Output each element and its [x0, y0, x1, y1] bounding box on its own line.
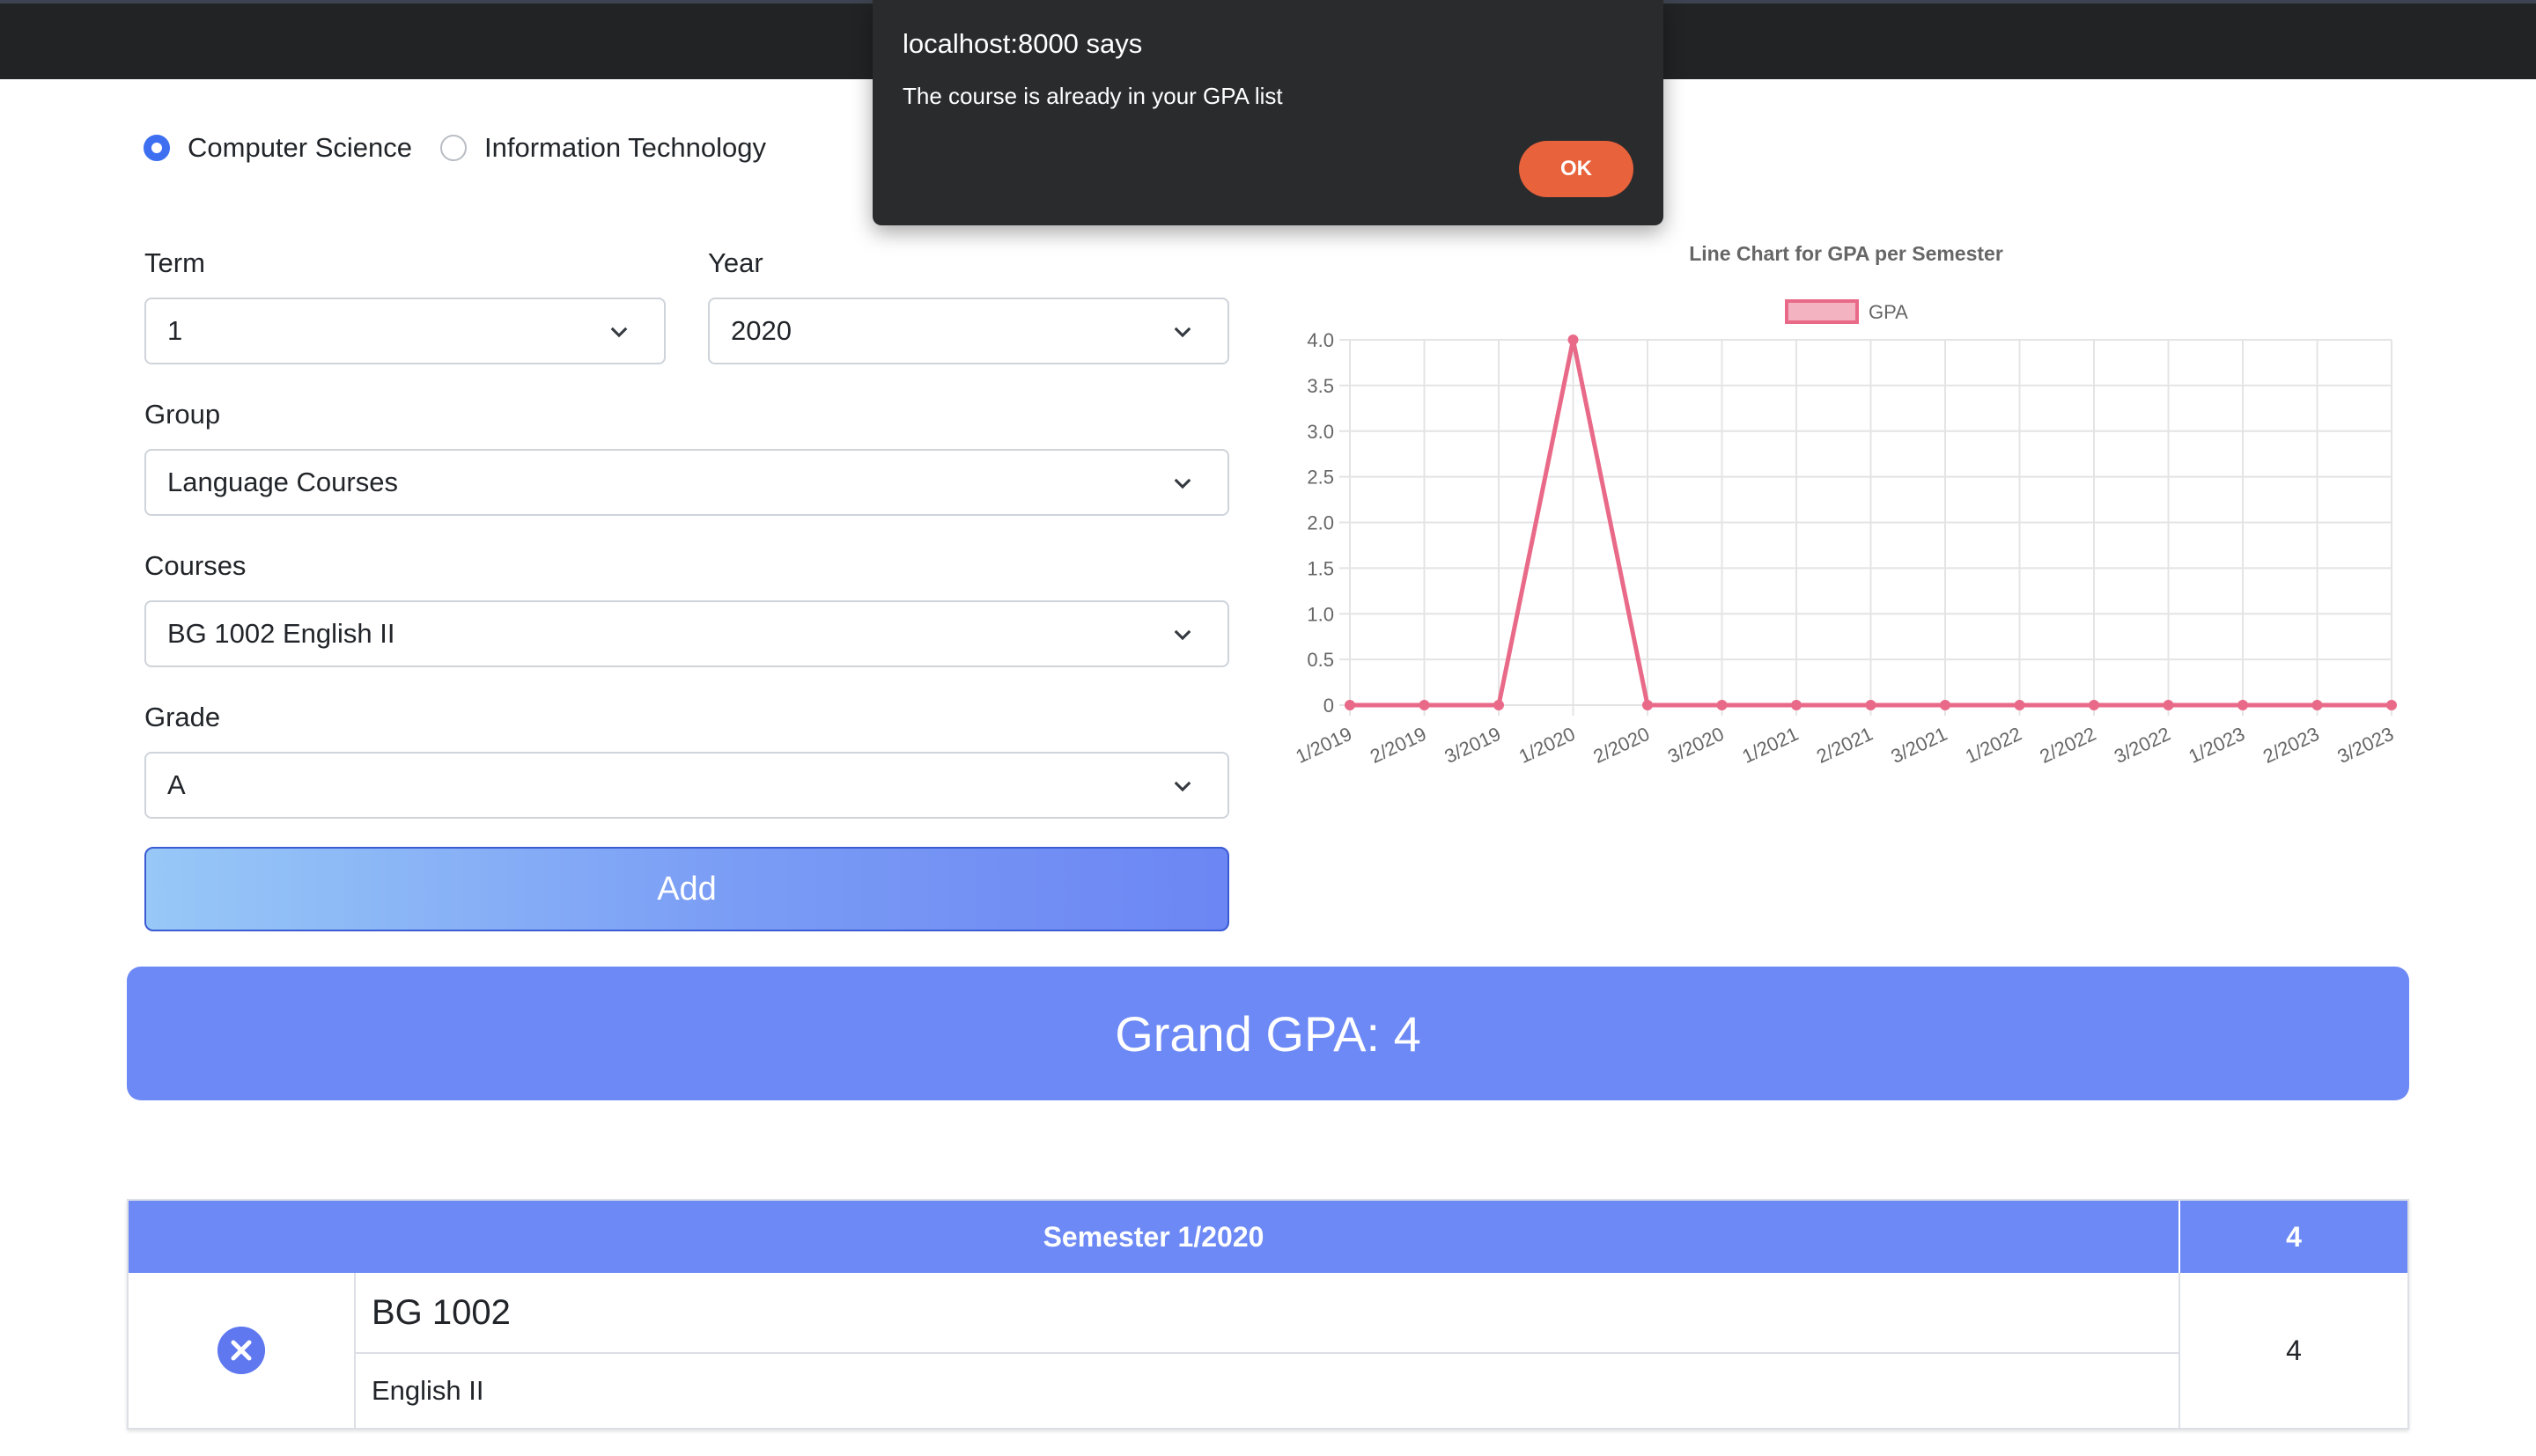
chevron-down-icon [1174, 781, 1191, 792]
gpa-line-chart: Line Chart for GPA per Semester GPA 0 0.5 1.… [1268, 231, 2413, 794]
gpa-data-point [1716, 700, 1728, 710]
y-tick-label: 4.0 [1307, 329, 1334, 351]
gpa-data-point [2163, 700, 2174, 710]
x-tick-label: 2/2023 [2260, 723, 2323, 768]
program-option-label: Information Technology [484, 132, 766, 163]
gpa-data-point [1642, 700, 1653, 710]
gpa-data-point [2386, 700, 2397, 710]
grand-gpa-banner: Grand GPA: 4 [127, 967, 2409, 1100]
x-tick-label: 1/2021 [1739, 723, 1802, 768]
gpa-data-point [2311, 700, 2323, 710]
legend-swatch [1785, 299, 1859, 324]
y-tick-label: 1.5 [1307, 557, 1334, 579]
term-select-value: 1 [167, 315, 183, 346]
group-select[interactable]: Language Courses [144, 449, 1229, 516]
legend-label: GPA [1869, 301, 1908, 323]
x-tick-label: 2/2019 [1367, 723, 1430, 768]
x-tick-label: 1/2020 [1515, 723, 1579, 768]
dialog-title: localhost:8000 says [903, 28, 1143, 59]
term-label: Term [144, 247, 205, 278]
y-tick-label: 0 [1323, 695, 1334, 717]
x-tick-label: 3/2023 [2334, 723, 2398, 768]
gpa-data-point [1567, 335, 1579, 345]
x-tick-label: 3/2022 [2111, 723, 2174, 768]
courses-select-value: BG 1002 English II [167, 618, 395, 649]
y-tick-label: 2.0 [1307, 512, 1334, 534]
y-tick-label: 2.5 [1307, 467, 1334, 489]
year-label: Year [708, 247, 763, 278]
course-code-cell: BG 1002 [356, 1273, 2180, 1354]
x-tick-label: 2/2021 [1813, 723, 1876, 768]
dialog-message: The course is already in your GPA list [903, 83, 1283, 109]
y-tick-label: 3.0 [1307, 421, 1334, 443]
gpa-data-point [1940, 700, 1950, 710]
x-tick-label: 3/2019 [1441, 723, 1505, 768]
courses-select[interactable]: BG 1002 English II [144, 600, 1229, 667]
radio-checked-icon[interactable] [144, 135, 170, 161]
chevron-down-icon [610, 327, 628, 338]
course-name-cell: English II [356, 1354, 2180, 1428]
chevron-down-icon [1174, 478, 1191, 489]
x-tick-label: 3/2021 [1888, 723, 1951, 768]
semester-gpa-header: 4 [2180, 1201, 2407, 1273]
grade-label: Grade [144, 702, 221, 732]
program-option-computer-science[interactable]: Computer Science [144, 132, 412, 164]
x-tick-label: 2/2020 [1590, 723, 1654, 768]
delete-cell [129, 1273, 356, 1428]
group-label: Group [144, 399, 221, 430]
program-option-information-technology[interactable]: Information Technology [440, 132, 766, 164]
gpa-data-point [1865, 700, 1876, 710]
y-tick-label: 1.0 [1307, 603, 1334, 625]
program-radio-group: Computer Science Information Technology [144, 132, 794, 164]
group-select-value: Language Courses [167, 467, 398, 497]
gpa-data-point [1345, 700, 1355, 710]
grade-select-value: A [167, 769, 186, 800]
gpa-chart-svg: Line Chart for GPA per Semester GPA 0 0.5 1.… [1293, 242, 2398, 768]
semester-header: Semester 1/2020 [129, 1201, 2180, 1273]
gpa-data-point [2089, 700, 2099, 710]
semester-table: Semester 1/2020 4 BG 1002 English II 4 [127, 1199, 2409, 1430]
remove-course-icon[interactable] [217, 1327, 265, 1374]
gpa-data-point [1419, 700, 1430, 710]
chevron-down-icon [1174, 629, 1191, 641]
x-tick-label: 1/2022 [1962, 723, 2025, 768]
alert-dialog: localhost:8000 says The course is alread… [873, 0, 1663, 225]
year-select-value: 2020 [731, 315, 792, 346]
courses-label: Courses [144, 550, 247, 581]
gpa-data-point [1791, 700, 1802, 710]
year-select[interactable]: 2020 [708, 298, 1229, 364]
x-tick-label: 1/2019 [1293, 723, 1356, 768]
course-grade-cell: 4 [2286, 1334, 2302, 1366]
y-tick-label: 0.5 [1307, 649, 1334, 671]
grade-select[interactable]: A [144, 752, 1229, 819]
gpa-data-point [2014, 700, 2025, 710]
chevron-down-icon [1174, 327, 1191, 338]
add-button[interactable]: Add [144, 847, 1229, 931]
x-tick-label: 1/2023 [2186, 723, 2249, 768]
x-tick-label: 3/2020 [1664, 723, 1728, 768]
radio-unchecked-icon[interactable] [440, 135, 468, 161]
chart-title: Line Chart for GPA per Semester [1689, 242, 2003, 265]
gpa-data-point [1493, 700, 1504, 710]
dialog-ok-button[interactable]: OK [1519, 141, 1633, 197]
program-option-label: Computer Science [188, 132, 413, 163]
term-select[interactable]: 1 [144, 298, 666, 364]
y-tick-label: 3.5 [1307, 375, 1334, 397]
x-tick-label: 2/2022 [2037, 723, 2100, 768]
gpa-data-point [2237, 700, 2248, 710]
